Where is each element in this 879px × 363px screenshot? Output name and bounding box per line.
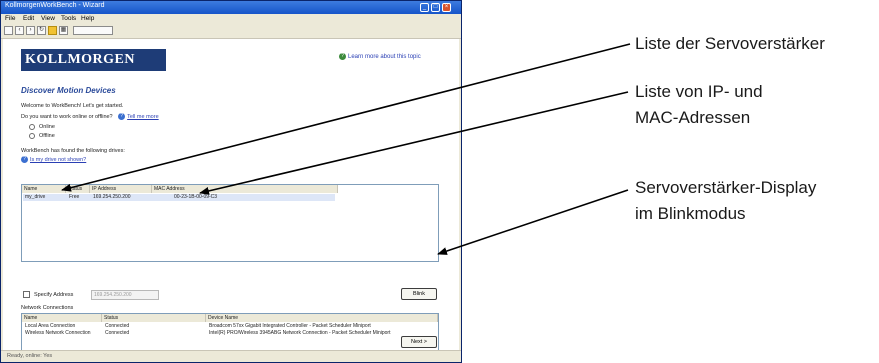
arrow-ip-mac-list bbox=[199, 91, 629, 195]
arrow-drive-list bbox=[61, 43, 631, 192]
callout-ip-mac-line1: Liste von IP- und bbox=[635, 82, 763, 101]
callout-blink-line2: im Blinkmodus bbox=[635, 204, 746, 223]
callout-ip-mac-line2: MAC-Adressen bbox=[635, 108, 751, 127]
arrow-blink-button bbox=[437, 189, 629, 255]
callout-drive-list: Liste der Servoverstärker bbox=[635, 34, 825, 53]
callout-blink-line1: Servoverstärker-Display bbox=[635, 178, 817, 197]
